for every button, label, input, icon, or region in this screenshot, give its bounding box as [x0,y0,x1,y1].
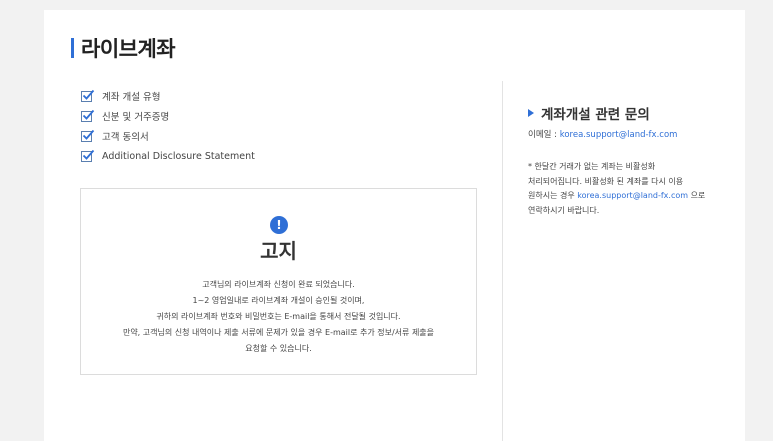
notice-line: 귀하의 라이브계좌 번호와 비밀번호는 E-mail을 통해서 전달될 것입니다… [156,312,401,321]
checkbox-checked-icon [81,109,95,122]
notice-line: 1~2 영업일내로 라이브계좌 개설이 승인될 것이며, [192,296,365,305]
notice-line: 요청할 수 있습니다. [245,344,312,353]
main-card: 라이브계좌 계좌 개설 유형 신분 및 거주증명 고객 동의서 Addition… [44,10,745,441]
note-line: 원하시는 경우 korea.support@land-fx.com 으로 [528,189,738,204]
checklist-item: 계좌 개설 유형 [81,86,255,106]
note-line: 처리되어집니다. 비활성화 된 계좌를 다시 이용 [528,176,684,186]
inquiry-title-text: 계좌개설 관련 문의 [541,107,650,123]
notice-line: 만약, 고객님의 신청 내역이나 제출 서류에 문제가 있을 경우 E-mail… [122,328,435,337]
exclamation-icon: ! [270,216,288,234]
notice-box: ! 고지 고객님의 라이브계좌 신청이 완료 되었습니다. 1~2 영업일내로 … [80,188,477,375]
checkbox-checked-icon [81,129,95,142]
note-line: 연락하시기 바랍니다. [528,205,600,215]
triangle-bullet-icon [528,109,534,117]
column-divider [502,81,503,441]
checklist-item: 신분 및 거주증명 [81,106,255,126]
note-email-link[interactable]: korea.support@land-fx.com [577,191,688,200]
title-accent-bar [71,38,74,58]
notice-message: 고객님의 라이브계좌 신청이 완료 되었습니다. 1~2 영업일내로 라이브계좌… [81,277,476,357]
checkbox-checked-icon [81,149,95,162]
inactive-account-note: * 한달간 거래가 없는 계좌는 비활성화 처리되어집니다. 비활성화 된 계좌… [528,160,738,218]
checkbox-checked-icon [81,89,95,102]
checklist-item-label: Additional Disclosure Statement [102,150,255,162]
email-label: 이메일 : [528,130,560,140]
note-text: 원하시는 경우 [528,191,578,200]
inquiry-title: 계좌개설 관련 문의 [528,103,650,123]
contact-email: 이메일 : korea.support@land-fx.com [528,128,677,140]
notice-title: 고지 [260,239,297,263]
page-title: 라이브계좌 [81,37,176,61]
checklist-item-label: 계좌 개설 유형 [102,92,161,103]
checklist-item: Additional Disclosure Statement [81,146,255,166]
note-text: 으로 [688,191,706,200]
note-line: * 한달간 거래가 없는 계좌는 비활성화 [528,162,656,171]
step-checklist: 계좌 개설 유형 신분 및 거주증명 고객 동의서 Additional Dis… [81,86,255,166]
notice-line: 고객님의 라이브계좌 신청이 완료 되었습니다. [202,280,355,289]
email-link[interactable]: korea.support@land-fx.com [560,130,678,140]
checklist-item-label: 신분 및 거주증명 [102,112,170,123]
checklist-item: 고객 동의서 [81,126,255,146]
checklist-item-label: 고객 동의서 [102,132,149,143]
